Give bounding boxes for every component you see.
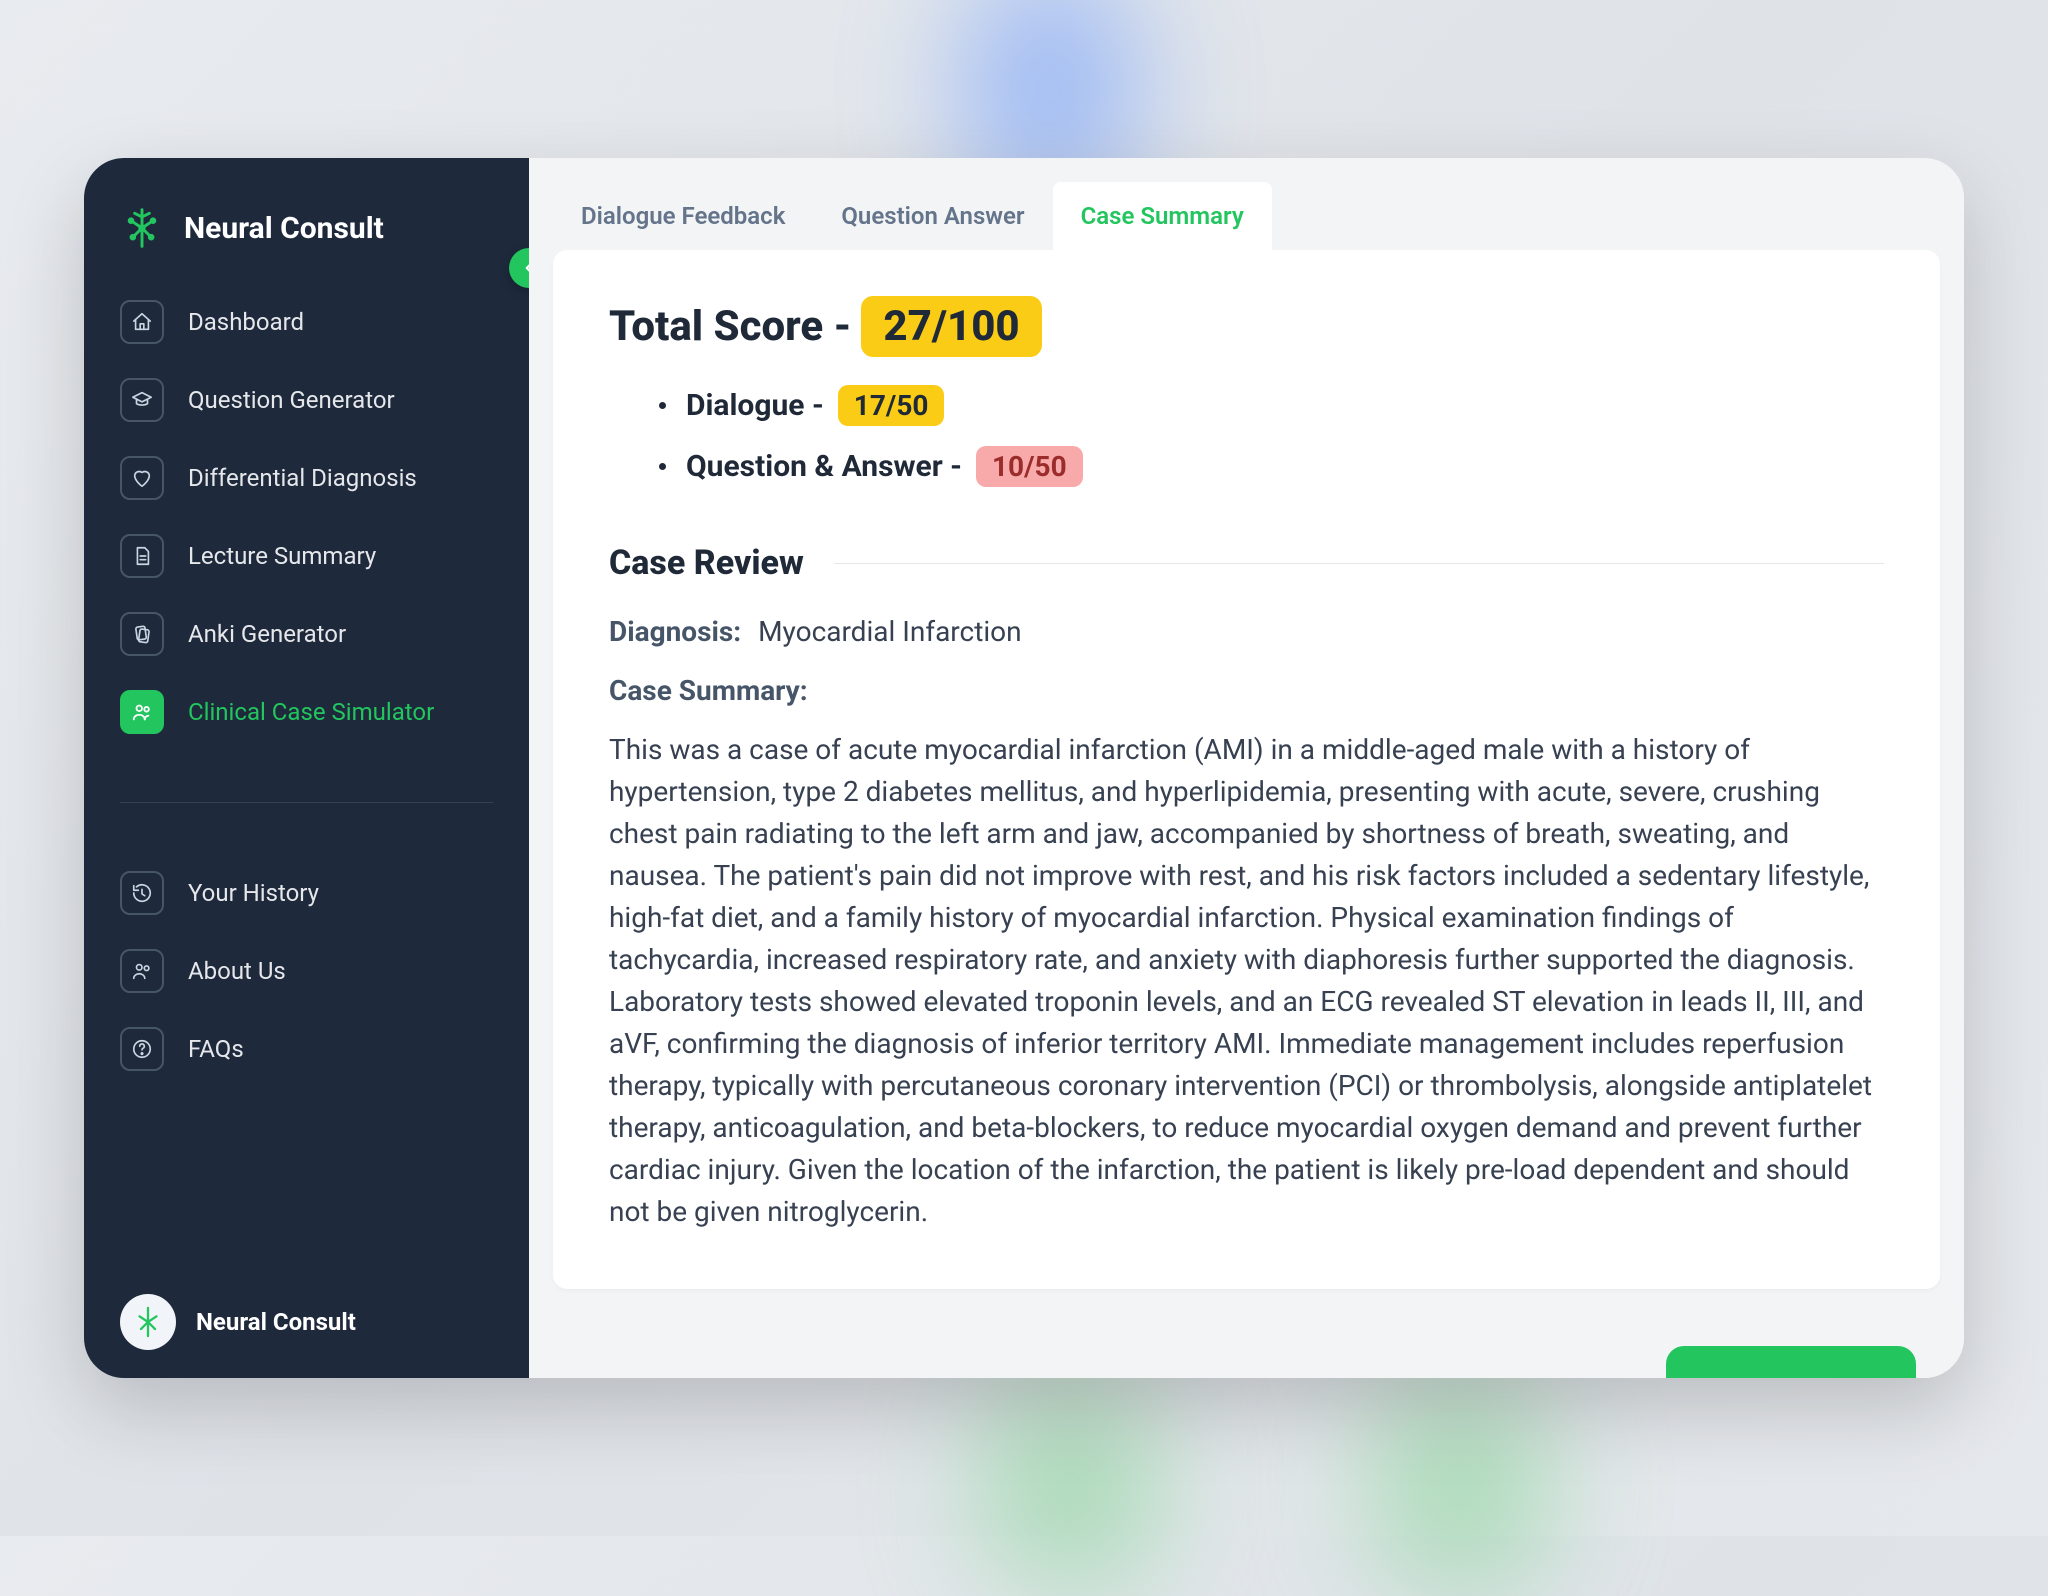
total-score-line: Total Score - 27/100: [609, 296, 1884, 357]
help-icon: [120, 1027, 164, 1071]
main-content: Dialogue Feedback Question Answer Case S…: [529, 158, 1964, 1378]
sidebar-footer: Neural Consult: [112, 1274, 501, 1350]
sidebar-item-clinical-case-simulator[interactable]: Clinical Case Simulator: [120, 690, 493, 734]
sidebar-item-label: Anki Generator: [188, 620, 346, 648]
tab-dialogue-feedback[interactable]: Dialogue Feedback: [553, 182, 813, 250]
sidebar-item-about-us[interactable]: About Us: [120, 949, 493, 993]
users-icon: [120, 949, 164, 993]
sidebar-item-label: Your History: [188, 879, 319, 907]
case-summary-panel: Total Score - 27/100 Dialogue - 17/50 Qu…: [553, 250, 1940, 1289]
qa-score-line: Question & Answer - 10/50: [659, 446, 1884, 487]
sidebar-item-label: Clinical Case Simulator: [188, 698, 434, 726]
sidebar-item-label: Lecture Summary: [188, 542, 376, 570]
sidebar: Neural Consult Dashboard Question Genera…: [84, 158, 529, 1378]
sidebar-item-label: Differential Diagnosis: [188, 464, 417, 492]
brand-icon: [120, 206, 164, 250]
case-summary-label: Case Summary:: [609, 674, 808, 707]
sidebar-item-label: Dashboard: [188, 308, 304, 336]
sub-scores: Dialogue - 17/50 Question & Answer - 10/…: [609, 357, 1884, 487]
qa-score-badge: 10/50: [976, 446, 1083, 487]
sidebar-item-anki-generator[interactable]: Anki Generator: [120, 612, 493, 656]
sidebar-item-dashboard[interactable]: Dashboard: [120, 300, 493, 344]
bullet-icon: [659, 463, 666, 470]
primary-action-button[interactable]: [1666, 1346, 1916, 1378]
case-summary-text: This was a case of acute myocardial infa…: [609, 729, 1884, 1233]
document-icon: [120, 534, 164, 578]
app-shell: Neural Consult Dashboard Question Genera…: [84, 158, 1964, 1378]
cards-icon: [120, 612, 164, 656]
footer-user-name: Neural Consult: [196, 1308, 356, 1336]
summary-label-row: Case Summary:: [609, 674, 1884, 707]
sidebar-item-label: Question Generator: [188, 386, 395, 414]
qa-score-label: Question & Answer -: [686, 449, 962, 484]
total-score-label: Total Score -: [609, 302, 851, 351]
sidebar-divider: [120, 802, 493, 803]
people-icon: [120, 690, 164, 734]
divider: [834, 563, 1884, 564]
tab-question-answer[interactable]: Question Answer: [813, 182, 1052, 250]
sidebar-item-your-history[interactable]: Your History: [120, 871, 493, 915]
brand: Neural Consult: [112, 206, 501, 290]
diagnosis-value: Myocardial Infarction: [758, 615, 1021, 648]
tabs: Dialogue Feedback Question Answer Case S…: [529, 182, 1964, 250]
dialogue-score-label: Dialogue -: [686, 388, 824, 423]
sidebar-item-label: About Us: [188, 957, 286, 985]
total-score-badge: 27/100: [861, 296, 1041, 357]
home-icon: [120, 300, 164, 344]
dialogue-score-badge: 17/50: [838, 385, 945, 426]
heart-icon: [120, 456, 164, 500]
sidebar-item-question-generator[interactable]: Question Generator: [120, 378, 493, 422]
sidebar-item-differential-diagnosis[interactable]: Differential Diagnosis: [120, 456, 493, 500]
sidebar-item-label: FAQs: [188, 1035, 244, 1063]
case-review-title: Case Review: [609, 543, 804, 583]
sidebar-item-lecture-summary[interactable]: Lecture Summary: [120, 534, 493, 578]
tab-case-summary[interactable]: Case Summary: [1053, 182, 1272, 250]
graduation-icon: [120, 378, 164, 422]
diagnosis-row: Diagnosis: Myocardial Infarction: [609, 615, 1884, 648]
avatar: [120, 1294, 176, 1350]
sidebar-item-faqs[interactable]: FAQs: [120, 1027, 493, 1071]
primary-nav: Dashboard Question Generator Differentia…: [112, 290, 501, 1071]
bullet-icon: [659, 402, 666, 409]
brand-name: Neural Consult: [184, 211, 384, 246]
history-icon: [120, 871, 164, 915]
diagnosis-label: Diagnosis:: [609, 615, 741, 648]
dialogue-score-line: Dialogue - 17/50: [659, 385, 1884, 426]
case-review-header: Case Review: [609, 543, 1884, 589]
